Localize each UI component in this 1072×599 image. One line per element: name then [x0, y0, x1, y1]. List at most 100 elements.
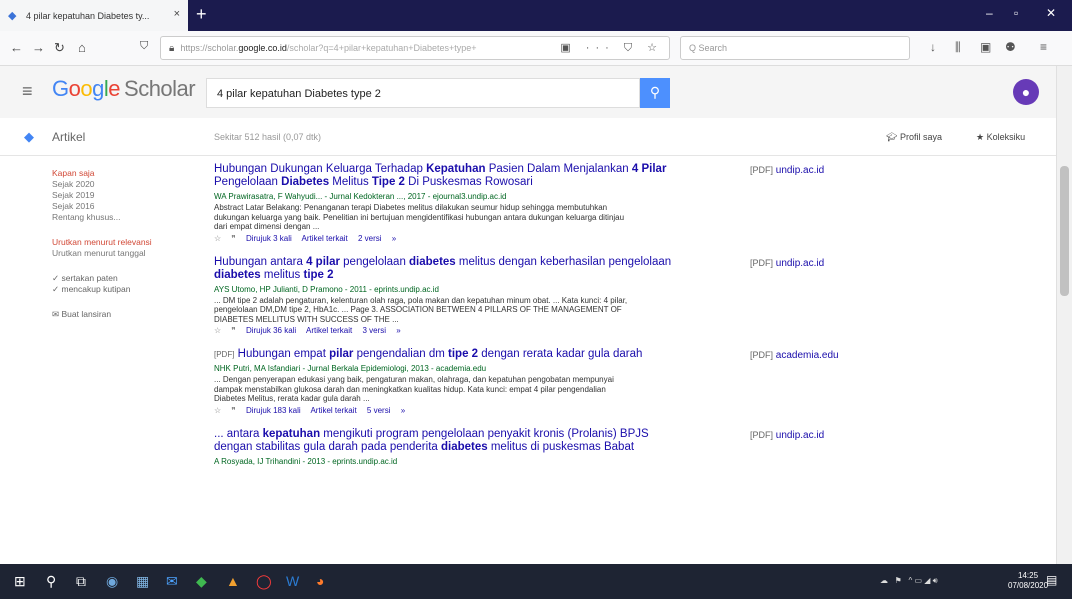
library-link-label: Koleksiku	[986, 132, 1026, 142]
result-title-link[interactable]: [PDF] Hubungan empat pilar pengendalian …	[214, 348, 674, 361]
menu-icon[interactable]: ≡	[1040, 40, 1047, 54]
filter-anytime[interactable]: Kapan saja	[52, 168, 192, 179]
cite-quote-icon[interactable]: ❞	[231, 234, 235, 243]
include-citations-checkbox[interactable]: ✓ mencakup kutipan	[52, 284, 192, 295]
sort-relevance[interactable]: Urutkan menurut relevansi	[52, 237, 192, 248]
related-articles-link[interactable]: Artikel terkait	[306, 326, 352, 335]
downloads-icon[interactable]: ↓	[930, 40, 936, 54]
person-icon: ●	[1021, 84, 1031, 100]
profile-link[interactable]: 🎓︎ Profil saya	[886, 132, 942, 143]
google-scholar-logo[interactable]: Google Scholar	[52, 76, 196, 102]
save-star-icon[interactable]: ☆	[214, 406, 221, 415]
result-snippet: Abstract Latar Belakang: Penanganan tera…	[214, 203, 625, 231]
cited-by-link[interactable]: Dirujuk 183 kali	[246, 406, 301, 415]
logo-letter: G	[52, 76, 69, 101]
profile-link-label: Profil saya	[899, 132, 942, 142]
maximize-button[interactable]: ▫	[1014, 6, 1018, 20]
extension-icon[interactable]: ⚉	[1005, 40, 1016, 54]
cite-quote-icon[interactable]: ❞	[231, 326, 235, 335]
versions-link[interactable]: 3 versi	[362, 326, 386, 335]
more-icon[interactable]: »	[401, 406, 405, 415]
create-alert-link[interactable]: ✉ Buat lansiran	[52, 309, 192, 320]
versions-link[interactable]: 2 versi	[358, 234, 382, 243]
sidebar-toggle-icon[interactable]: ▣	[980, 40, 991, 54]
result-title-link[interactable]: ... antara kepatuhan mengikuti program p…	[214, 428, 674, 454]
search-button[interactable]: ⚲	[640, 78, 670, 108]
result-item: [PDF] Hubungan empat pilar pengendalian …	[214, 348, 874, 415]
edge-icon[interactable]: ◉	[106, 573, 118, 590]
clock-time: 14:25	[1018, 571, 1039, 580]
pdf-link[interactable]: [PDF] undip.ac.id	[750, 430, 824, 441]
articles-icon: ◆	[24, 129, 34, 144]
include-patents-checkbox[interactable]: ✓ sertakan paten	[52, 273, 192, 284]
related-articles-link[interactable]: Artikel terkait	[302, 234, 348, 243]
browser-tab[interactable]: ◆ 4 pilar kepatuhan Diabetes ty... ×	[0, 0, 188, 31]
opera-icon[interactable]: ◯	[256, 573, 272, 590]
scholar-search-input[interactable]: 4 pilar kepatuhan Diabetes type 2	[206, 78, 640, 108]
filter-since-2019[interactable]: Sejak 2019	[52, 190, 192, 201]
cited-by-link[interactable]: Dirujuk 3 kali	[246, 234, 292, 243]
hamburger-menu-icon[interactable]: ≡	[22, 81, 33, 102]
scrollbar-thumb[interactable]	[1060, 166, 1069, 296]
logo-letter: o	[68, 76, 81, 101]
versions-link[interactable]: 5 versi	[367, 406, 391, 415]
account-avatar[interactable]: ●	[1013, 79, 1039, 105]
reload-icon[interactable]: ↻	[54, 40, 65, 56]
pdf-tag: [PDF]	[750, 165, 774, 175]
back-icon[interactable]: ←	[10, 40, 23, 55]
save-star-icon[interactable]: ☆	[214, 326, 221, 335]
pdf-link[interactable]: [PDF] undip.ac.id	[750, 165, 824, 176]
logo-letter: g	[92, 76, 104, 101]
browser-search-input[interactable]: Q Search	[680, 36, 910, 60]
search-icon[interactable]: ⚲	[46, 573, 56, 590]
system-tray-icons[interactable]: ☁ ⚑ ^ ▭ ◢ 🔊︎	[880, 576, 938, 586]
include-patents-label: sertakan paten	[61, 273, 118, 283]
more-icon[interactable]: »	[396, 326, 400, 335]
browser-tab-bar: ◆ 4 pilar kepatuhan Diabetes ty... × + –…	[0, 0, 1072, 31]
vlc-icon[interactable]: ▲	[226, 573, 240, 589]
notifications-icon[interactable]: ▤	[1046, 573, 1057, 587]
filter-custom-range[interactable]: Rentang khusus...	[52, 212, 192, 223]
library-icon[interactable]: ⫼	[955, 40, 961, 55]
taskbar-clock[interactable]: 14:25 07/08/2020	[1008, 571, 1048, 591]
app-icon[interactable]: ◆	[196, 573, 207, 590]
related-articles-link[interactable]: Artikel terkait	[310, 406, 356, 415]
page-scrollbar[interactable]	[1056, 66, 1072, 564]
scholar-header: ≡ Google Scholar 4 pilar kepatuhan Diabet…	[0, 66, 1056, 118]
store-icon[interactable]: ▦	[136, 573, 149, 590]
minimize-button[interactable]: –	[986, 6, 993, 20]
section-title[interactable]: Artikel	[52, 130, 85, 144]
library-link[interactable]: ★ Koleksiku	[976, 132, 1025, 143]
home-icon[interactable]: ⌂	[78, 40, 86, 55]
windows-start-icon[interactable]: ⊞	[14, 573, 26, 590]
url-bar[interactable]: 🔒︎ https://scholar. google.co.id /schola…	[160, 36, 670, 60]
pdf-link[interactable]: [PDF] academia.edu	[750, 350, 839, 361]
url-actions-icons[interactable]: ▣ ··· ⛉ ☆	[560, 41, 663, 55]
search-icon: ⚲	[649, 84, 661, 100]
browser-nav-bar: ← → ↻ ⌂ ⛉ 🔒︎ https://scholar. google.co.…	[0, 31, 1072, 66]
firefox-icon[interactable]: ◕	[316, 573, 324, 589]
mail-icon[interactable]: ✉	[166, 573, 178, 590]
result-title-link[interactable]: Hubungan antara 4 pilar pengelolaan diab…	[214, 256, 674, 282]
result-item: Hubungan Dukungan Keluarga Terhadap Kepa…	[214, 163, 874, 243]
result-snippet: ... Dengan penyerapan edukasi yang baik,…	[214, 375, 614, 403]
word-icon[interactable]: W	[286, 573, 299, 589]
new-tab-button[interactable]: +	[196, 5, 207, 23]
url-prefix: https://scholar.	[180, 43, 239, 53]
sort-date[interactable]: Urutkan menurut tanggal	[52, 248, 192, 259]
pdf-link[interactable]: [PDF] undip.ac.id	[750, 258, 824, 269]
task-view-icon[interactable]: ⧉	[76, 573, 86, 590]
result-title-link[interactable]: Hubungan Dukungan Keluarga Terhadap Kepa…	[214, 163, 674, 189]
cite-quote-icon[interactable]: ❞	[231, 406, 235, 415]
close-window-button[interactable]: ✕	[1046, 6, 1056, 20]
include-citations-label: mencakup kutipan	[61, 284, 131, 294]
shield-icon[interactable]: ⛉	[140, 40, 148, 53]
filter-since-2016[interactable]: Sejak 2016	[52, 201, 192, 212]
save-star-icon[interactable]: ☆	[214, 234, 221, 243]
filter-since-2020[interactable]: Sejak 2020	[52, 179, 192, 190]
forward-icon[interactable]: →	[32, 40, 45, 55]
pdf-prefix: [PDF]	[214, 350, 235, 359]
cited-by-link[interactable]: Dirujuk 36 kali	[246, 326, 296, 335]
tab-close-icon[interactable]: ×	[174, 8, 180, 20]
more-icon[interactable]: »	[392, 234, 396, 243]
